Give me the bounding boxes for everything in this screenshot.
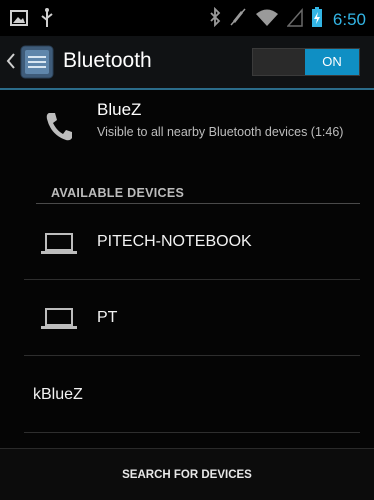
bluetooth-toggle[interactable]: ON: [252, 48, 360, 76]
device-row[interactable]: kBlueZ: [0, 358, 374, 430]
search-for-devices-label: SEARCH FOR DEVICES: [122, 469, 252, 481]
signal-icon: [286, 7, 303, 32]
available-devices-header: AVAILABLE DEVICES: [51, 186, 185, 200]
row-divider: [24, 355, 360, 356]
settings-app-icon[interactable]: [20, 45, 54, 79]
phone-icon: [44, 110, 74, 147]
device-name: kBlueZ: [33, 386, 83, 403]
row-divider: [24, 279, 360, 280]
laptop-icon: [40, 307, 78, 336]
battery-icon: [311, 6, 323, 33]
section-divider: [36, 203, 360, 204]
action-bar: Bluetooth ON: [0, 36, 374, 90]
laptop-icon: [40, 232, 78, 261]
row-divider: [24, 432, 360, 433]
local-device-name: BlueZ: [97, 100, 142, 119]
device-name: PT: [97, 309, 118, 326]
bluetooth-status-icon: [209, 6, 221, 32]
device-row[interactable]: PT: [0, 282, 374, 354]
page-title: Bluetooth: [63, 49, 152, 72]
clock: 6:50: [332, 9, 366, 29]
status-bar: 6:50: [0, 0, 374, 36]
device-row[interactable]: PITECH-NOTEBOOK: [0, 206, 374, 278]
mute-icon: [229, 7, 247, 32]
wifi-icon: [255, 7, 279, 32]
visibility-status: Visible to all nearby Bluetooth devices …: [97, 125, 344, 139]
search-for-devices-button[interactable]: SEARCH FOR DEVICES: [0, 448, 374, 500]
usb-icon: [40, 8, 54, 33]
device-name: PITECH-NOTEBOOK: [97, 233, 252, 250]
image-notification-icon: [10, 10, 28, 31]
toggle-on-label: ON: [305, 49, 359, 75]
back-chevron-icon[interactable]: [6, 52, 16, 75]
